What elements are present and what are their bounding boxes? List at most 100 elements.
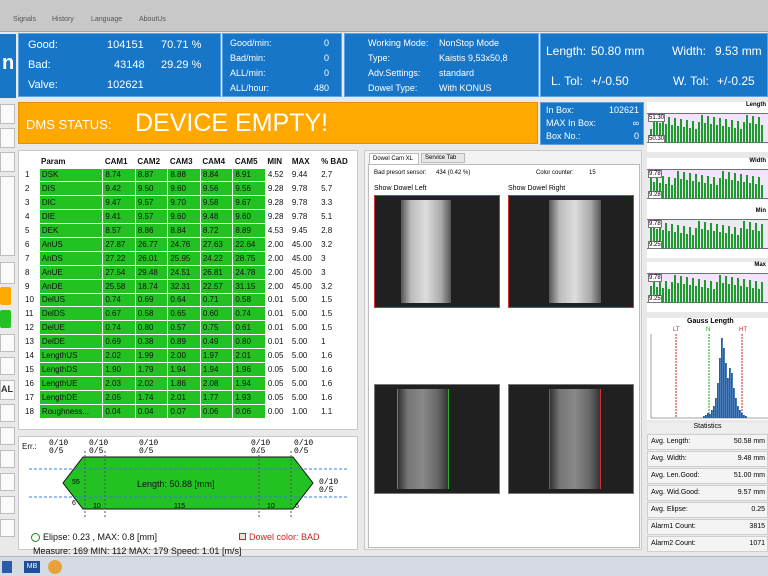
mini-chart-bar (689, 227, 691, 249)
mini-chart-bar (719, 275, 721, 303)
param-name: LengthUE (38, 375, 104, 391)
menu-signals[interactable]: Signals (13, 16, 36, 23)
side-button[interactable] (0, 473, 15, 491)
mini-chart-bar (683, 127, 685, 143)
side-button[interactable] (0, 450, 15, 468)
max-inbox-value: ∞ (632, 118, 639, 128)
param-row: 13 DelDE 0.69 0.38 0.89 0.49 0.80 0.01 5.00 1 (23, 334, 357, 350)
mini-chart-bar (692, 235, 694, 249)
dim-6: 6 (295, 503, 299, 510)
param-index: 7 (25, 253, 30, 263)
mini-chart-bar (716, 125, 718, 143)
show-dowel-left[interactable]: Show Dowel Left (374, 185, 427, 192)
gauss-bar (745, 416, 747, 418)
param-name: AnDE (38, 278, 104, 294)
param-header: CAM1 (104, 156, 128, 166)
mini-chart-bar (734, 285, 736, 303)
stat-value: 3815 (749, 523, 765, 530)
gauss-bar (735, 398, 737, 418)
side-status-orange (0, 287, 11, 305)
side-button[interactable] (0, 262, 15, 284)
param-limit: 3.2 (321, 281, 333, 291)
side-button[interactable] (0, 104, 15, 124)
stat-value: 9.48 mm (737, 455, 765, 462)
dimensions-panel: Length: 50.80 mm Width: 9.53 mm L. Tol: … (540, 33, 768, 97)
param-limit: 9.28 (267, 198, 284, 208)
param-cam-value: 9.70 (167, 195, 201, 211)
side-button[interactable] (0, 357, 15, 375)
param-cam-value: 2.03 (102, 375, 136, 391)
mini-chart-bar (746, 175, 748, 199)
param-limit: 9.78 (291, 212, 308, 222)
mini-chart-bar (758, 231, 760, 249)
side-button[interactable] (0, 128, 15, 148)
param-cam-value: 25.58 (102, 278, 136, 294)
mini-chart-bar (704, 123, 706, 143)
menu-aboutus[interactable]: AboutUs (139, 16, 166, 23)
side-button[interactable] (0, 404, 15, 422)
menu-language[interactable]: Language (91, 16, 122, 23)
param-limit: 1.5 (321, 295, 333, 305)
side-button[interactable]: AL (0, 380, 15, 400)
good-percent: 70.71 % (161, 39, 202, 51)
menu-history[interactable]: History (52, 16, 74, 23)
gauss-bar (723, 348, 725, 418)
param-index: 17 (25, 392, 34, 402)
side-button[interactable] (0, 496, 15, 514)
param-cam-value: 0.04 (102, 403, 136, 419)
param-cam-value: 2.00 (167, 348, 201, 363)
param-index: 10 (25, 295, 34, 305)
gauss-bar (727, 378, 729, 418)
param-cam-value: 8.88 (167, 167, 201, 183)
menu-bar: Signals History Language AboutUs (0, 0, 768, 32)
param-limit: 9.78 (291, 184, 308, 194)
mini-chart-bar (719, 232, 721, 249)
mb-icon[interactable]: MB (24, 561, 40, 573)
param-cam-value: 0.69 (102, 334, 136, 350)
mini-chart-bar (743, 122, 745, 143)
mini-chart-bar (749, 183, 751, 199)
stat-row: Alarm1 Count: 3815 (647, 519, 768, 535)
mini-chart-bar (716, 282, 718, 303)
stat-row: Alarm2 Count: 1071 (647, 536, 768, 552)
mini-chart-bar (731, 180, 733, 199)
mini-chart-bar (695, 129, 697, 143)
param-index: 12 (25, 323, 34, 333)
param-cam-value: 8.91 (232, 167, 266, 183)
mini-chart-bar (758, 289, 760, 303)
param-cam-value: 2.02 (102, 348, 136, 363)
mini-chart-upper: 9.78 (648, 274, 662, 282)
dowel-color-text: Dowel color: BAD (249, 532, 320, 542)
statistics-title: Statistics (647, 423, 768, 433)
paint-icon[interactable] (48, 560, 62, 574)
param-cam-value: 24.22 (199, 250, 234, 266)
mini-chart-bar (677, 225, 679, 249)
side-button[interactable] (0, 427, 15, 445)
param-limit: 3 (321, 253, 326, 263)
param-cam-value: 27.54 (102, 264, 136, 280)
side-button[interactable] (0, 152, 15, 172)
gauss-bar (707, 413, 709, 418)
app-icon[interactable] (2, 561, 12, 573)
tab-dowel-cam[interactable]: Dowel Cam XL (369, 153, 419, 164)
param-cam-value: 27.87 (102, 236, 136, 252)
side-button[interactable] (0, 519, 15, 537)
show-dowel-right[interactable]: Show Dowel Right (508, 185, 565, 192)
param-index: 6 (25, 239, 30, 249)
param-row: 6 AnUS 27.87 26.77 24.76 27.63 22.64 2.00 45.00 3… (23, 236, 357, 252)
mini-chart-bar (743, 182, 745, 199)
param-cam-value: 25.95 (167, 250, 201, 266)
side-button[interactable] (0, 334, 15, 352)
param-cam-value: 24.78 (232, 264, 266, 280)
tab-service[interactable]: Service Tab (421, 153, 465, 163)
width-value: 9.53 mm (715, 44, 762, 58)
param-index: 4 (25, 212, 30, 222)
rate-label: ALL/min: (230, 68, 266, 78)
mini-chart-bar (755, 184, 757, 199)
gauss-bar (713, 406, 715, 418)
mini-chart-bar (689, 285, 691, 303)
mini-chart-bar (761, 185, 763, 199)
param-cam-value: 2.01 (232, 348, 266, 363)
mini-chart-bar (692, 181, 694, 199)
param-cam-value: 0.74 (102, 292, 136, 308)
